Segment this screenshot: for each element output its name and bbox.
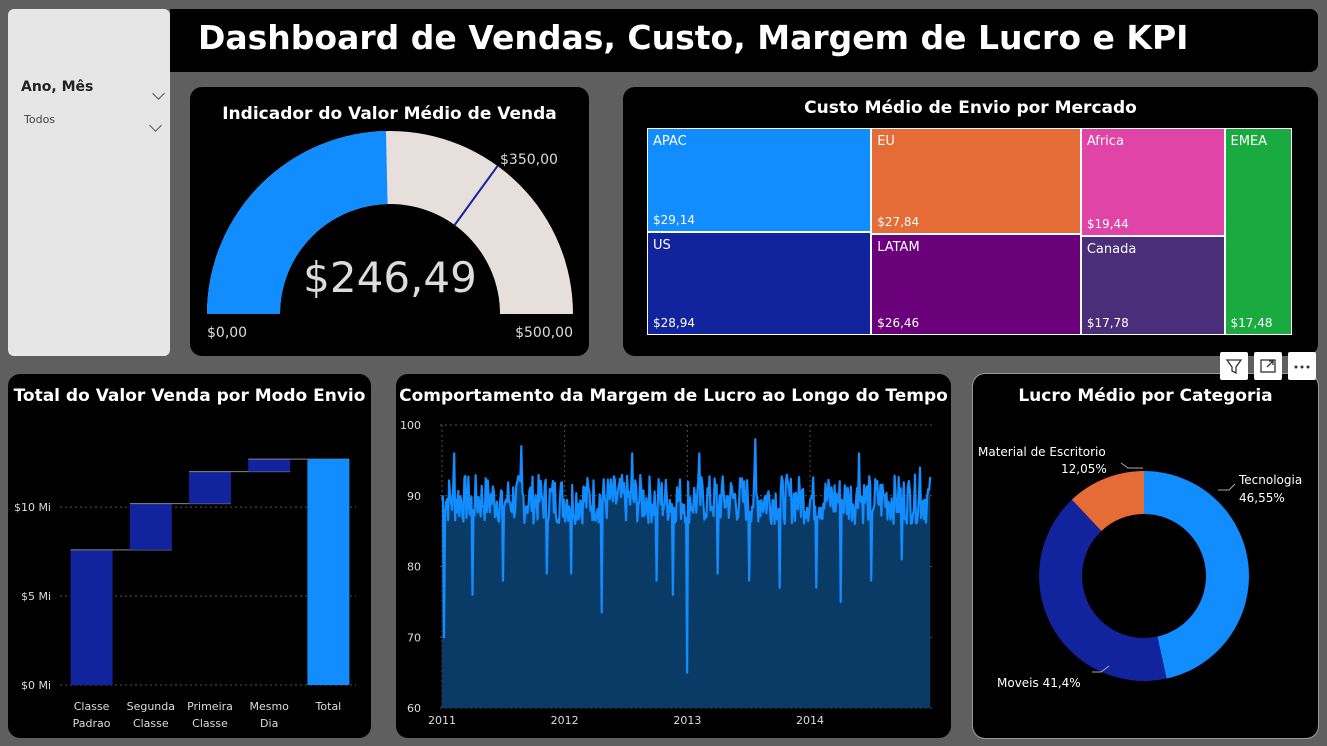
x-tick-label: 2013 [673,714,701,727]
treemap-cell-value: $28,94 [653,315,695,330]
donut-card[interactable]: Lucro Médio por Categoria Tecnologia 46,… [972,373,1319,739]
waterfall-bar [70,549,113,685]
y-tick-label: 100 [400,419,421,432]
x-tick-label: Primeira [187,700,233,713]
x-tick-label: 2014 [796,714,824,727]
x-tick-label: Classe [133,717,169,730]
gauge-card[interactable]: Indicador do Valor Médio de Venda $246,4… [190,87,589,356]
gauge-chart: $246,49 $0,00 $500,00 $350,00 [207,131,573,341]
y-tick-label: 70 [407,631,421,644]
treemap-cell-canada[interactable]: Canada $17,78 [1080,236,1225,335]
x-tick-label: Classe [192,717,228,730]
dashboard-title-bar: Dashboard de Vendas, Custo, Margem de Lu… [170,9,1318,72]
treemap-cell-value: $29,14 [653,212,695,227]
date-slicer[interactable]: Ano, Mês Todos [8,9,170,356]
leader-line-material [1120,462,1143,469]
treemap-cell-name: EMEA [1230,134,1268,149]
treemap-cell-name: APAC [653,134,687,149]
waterfall-bar [189,471,231,504]
x-tick-label: Mesmo [249,700,289,713]
y-tick-label: $5 Mi [21,590,51,603]
treemap-cell-us[interactable]: US $28,94 [647,231,872,335]
x-tick-label: 2012 [551,714,579,727]
slicer-label: Ano, Mês [21,79,94,95]
y-tick-label: $0 Mi [21,679,51,692]
x-tick-label: Dia [260,717,278,730]
x-tick-label: Segunda [127,700,175,713]
filter-icon[interactable] [1220,352,1248,380]
treemap-cell-apac[interactable]: APAC $29,14 [647,128,872,232]
x-tick-label: Total [315,700,342,713]
treemap-cell-value: $19,44 [1086,217,1129,232]
treemap-card[interactable]: Custo Médio de Envio por Mercado APAC $29… [623,87,1318,356]
donut-label-tecnologia-pct: 46,55% [1239,491,1285,505]
line-chart: 100 90 80 70 60 2011 2012 2013 2014 [400,419,934,727]
treemap-cell-emea[interactable]: EMEA $17,48 [1224,128,1292,335]
treemap-cell-latam[interactable]: LATAM $26,46 [871,234,1081,335]
y-tick-label: $10 Mi [14,501,51,514]
gauge-target-label: $350,00 [500,152,558,168]
treemap-cell-value: $17,78 [1086,315,1129,330]
chevron-down-icon[interactable] [152,87,165,100]
gauge-max-label: $500,00 [515,325,573,341]
treemap-cell-africa[interactable]: Africa $19,44 [1080,128,1225,237]
treemap-cell-name: Africa [1086,134,1124,149]
focus-mode-icon[interactable] [1254,352,1282,380]
more-options-icon[interactable] [1288,352,1316,380]
x-tick-label: Padrao [73,717,111,730]
donut-chart: Tecnologia 46,55% Moveis 41,4% Material … [978,445,1302,690]
y-tick-label: 80 [407,561,421,574]
y-tick-label: 90 [407,490,421,503]
treemap-cell-value: $26,46 [877,315,920,330]
dashboard-title: Dashboard de Vendas, Custo, Margem de Lu… [198,18,1189,57]
treemap-area: APAC $29,14 US $28,94 EU $27,84 LATAM $26,46 Afr… [623,87,1318,356]
treemap-cell-name: EU [877,134,895,149]
y-tick-label: 60 [407,702,421,715]
waterfall-bar [248,459,291,472]
gauge-min-label: $0,00 [207,325,247,341]
waterfall-chart: $0 Mi $5 Mi $10 Mi Classe Padrao Segunda Class… [14,458,356,730]
waterfall-card[interactable]: Total do Valor Venda por Modo Envio $0 M… [8,374,371,738]
donut-label-moveis: Moveis 41,4% [997,676,1081,690]
leader-line-tecnologia [1218,483,1236,491]
treemap-cell-name: US [653,237,671,253]
donut-label-tecnologia: Tecnologia [1238,473,1302,487]
x-tick-label: Classe [74,700,110,713]
slicer-value[interactable]: Todos [24,113,55,126]
donut-slice-tecnologia [1144,471,1250,679]
waterfall-bar [307,459,350,685]
line-chart-card[interactable]: Comportamento da Margem de Lucro ao Long… [396,374,951,738]
donut-label-material: Material de Escritorio [978,445,1106,459]
gauge-value: $246,49 [303,253,477,302]
waterfall-bar [129,503,172,550]
treemap-cell-name: Canada [1086,242,1137,258]
treemap-cell-value: $17,48 [1230,316,1273,330]
donut-label-material-pct: 12,05% [1061,462,1107,476]
treemap-cell-name: LATAM [877,240,920,256]
x-tick-label: 2011 [428,714,456,727]
treemap-cell-value: $27,84 [877,215,920,230]
treemap-cell-eu[interactable]: EU $27,84 [871,128,1081,235]
chevron-down-icon[interactable] [149,119,162,132]
